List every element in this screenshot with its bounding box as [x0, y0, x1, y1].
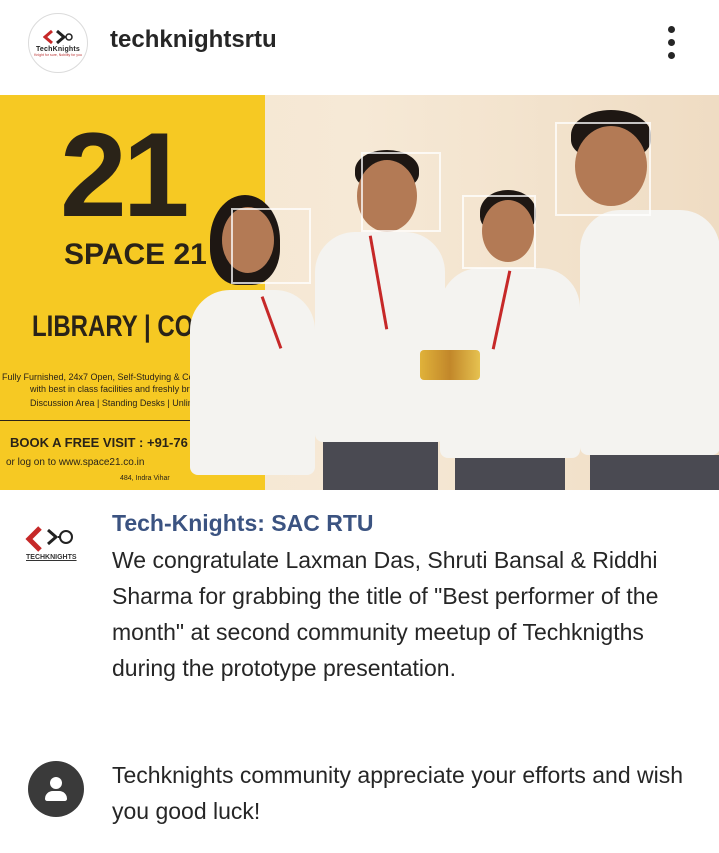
person-pants: [323, 442, 438, 490]
code-brackets-icon: [43, 29, 73, 45]
person-shirt: [190, 290, 315, 475]
person-pants: [590, 455, 719, 490]
caption-author-avatar[interactable]: TECHKNIGHTS: [24, 524, 84, 566]
poster-number: 21: [60, 108, 189, 242]
person-shirt: [315, 232, 445, 442]
profile-username[interactable]: techknightsrtu: [110, 26, 277, 54]
face-detect-box-2: [361, 152, 441, 232]
caption-author-name[interactable]: Tech-Knights: SAC RTU: [112, 510, 374, 537]
default-user-icon: [50, 777, 62, 789]
poster-name: SPACE 21: [64, 238, 207, 271]
poster-log: or log on to www.space21.co.in: [6, 457, 145, 468]
comment-avatar[interactable]: [28, 761, 84, 817]
more-options-button[interactable]: [660, 22, 684, 62]
profile-avatar[interactable]: TechKnights Knight for sure, Nobility fo…: [28, 13, 88, 73]
face-detect-box-1: [231, 208, 311, 284]
poster-address: 484, Indra Vihar: [120, 475, 170, 482]
poster-info-2: Discussion Area | Standing Desks | Unlim…: [30, 398, 205, 408]
comment-text: Techknights community appreciate your ef…: [112, 762, 684, 824]
person-pants: [455, 458, 565, 490]
post-image[interactable]: 21 SPACE 21 LIBRARY | CO-W Fully Furnish…: [0, 95, 719, 490]
avatar-brand-text: TechKnights: [35, 46, 81, 53]
more-vertical-icon-dot: [668, 52, 675, 59]
poster-book: BOOK A FREE VISIT : +91-76: [10, 435, 188, 450]
poster-info-1b: with best in class facilities and freshl…: [30, 384, 207, 394]
default-user-icon-body: [45, 791, 67, 801]
code-brackets-icon: [25, 526, 73, 552]
more-vertical-icon: [668, 26, 675, 33]
caption-logo-text: TECHKNIGHTS: [26, 554, 77, 561]
face-detect-box-4: [555, 122, 651, 216]
face-detect-box-3: [462, 195, 536, 269]
avatar-tagline: Knight for sure, Nobility for you: [34, 53, 82, 57]
post-header: TechKnights Knight for sure, Nobility fo…: [0, 0, 719, 90]
person-shirt: [580, 210, 719, 455]
trophy-object: [420, 350, 480, 380]
more-vertical-icon-dot: [668, 39, 675, 46]
poster-info-1: Fully Furnished, 24x7 Open, Self-Studyin…: [2, 372, 204, 382]
caption-text: We congratulate Laxman Das, Shruti Bansa…: [112, 547, 659, 681]
